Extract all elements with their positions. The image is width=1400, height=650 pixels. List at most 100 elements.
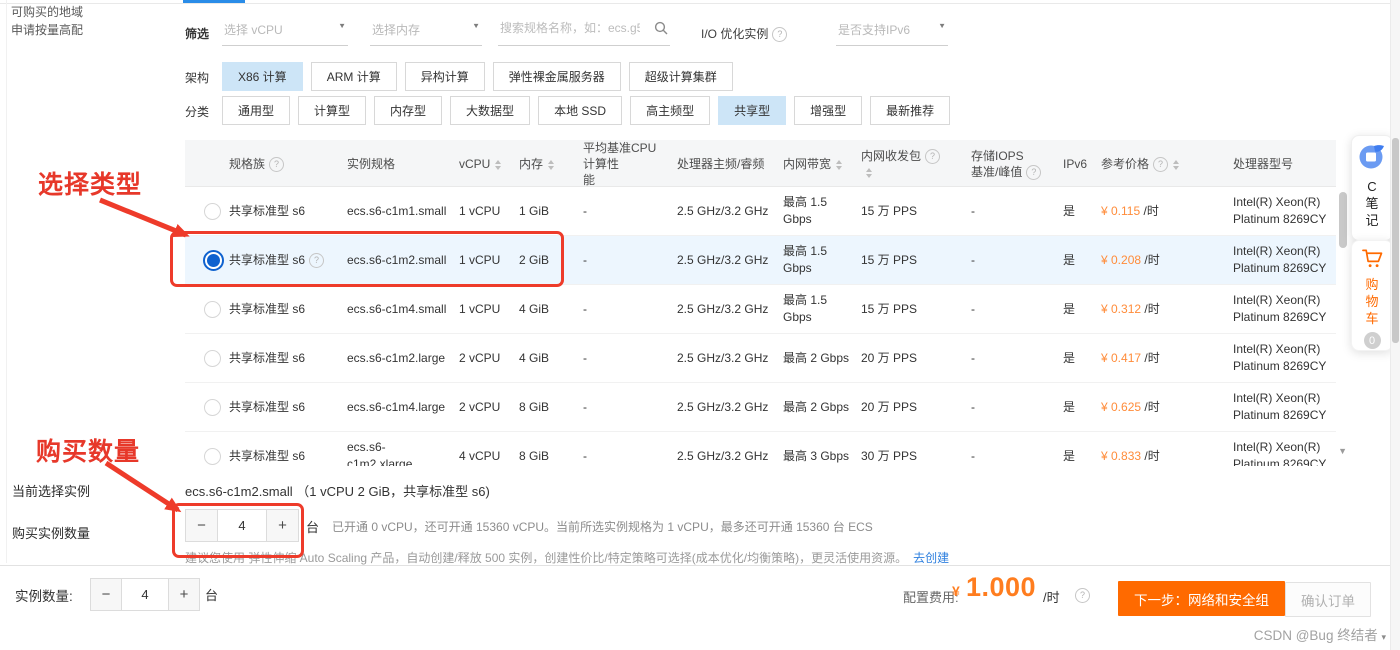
baseline-cell: - <box>577 350 671 367</box>
architecture-tag[interactable]: ARM 计算 <box>311 62 397 91</box>
architecture-tag[interactable]: 弹性裸金属服务器 <box>493 62 621 91</box>
page-scrollbar-thumb[interactable] <box>1392 138 1399 343</box>
help-icon[interactable]: ? <box>1075 588 1090 603</box>
cart-letter: 购 <box>1365 276 1378 293</box>
price-cell: ¥ 0.833 /时 <box>1087 448 1207 465</box>
table-row[interactable]: 共享标准型 s6ecs.s6-c1m2.xlarge4 vCPU8 GiB-2.… <box>185 432 1336 466</box>
watermark-caret-icon: ▾ <box>1381 632 1386 642</box>
spec-search-field[interactable] <box>498 21 670 46</box>
price-value: ¥ 0.625 <box>1101 400 1144 414</box>
footer-quantity-value[interactable]: 4 <box>122 579 168 610</box>
ipv6-cell: 是 <box>1049 399 1087 416</box>
note-icon <box>1358 142 1386 175</box>
annotation-select-type: 选择类型 <box>38 165 142 201</box>
vcpu-cell: 4 vCPU <box>453 448 513 465</box>
sort-icon[interactable] <box>866 168 872 178</box>
quantity-decrease-button[interactable]: − <box>186 510 218 541</box>
search-input[interactable] <box>500 21 640 35</box>
architecture-tag[interactable]: 异构计算 <box>405 62 485 91</box>
radio-button[interactable] <box>204 301 221 318</box>
search-icon[interactable] <box>654 21 668 40</box>
radio-button[interactable] <box>204 399 221 416</box>
column-header[interactable]: 内网带宽 <box>779 156 855 172</box>
memory-select[interactable]: 选择内存 ▼ <box>370 21 482 46</box>
category-tag[interactable]: 增强型 <box>794 96 862 125</box>
category-tag[interactable]: 通用型 <box>222 96 290 125</box>
cart-count-badge: 0 <box>1364 332 1381 349</box>
column-header[interactable]: 内存 <box>513 156 577 172</box>
page-scrollbar[interactable] <box>1390 0 1400 650</box>
frequency-cell: 2.5 GHz/3.2 GHz <box>671 252 779 269</box>
footer-quantity-decrease-button[interactable]: − <box>91 579 122 610</box>
frequency-cell: 2.5 GHz/3.2 GHz <box>671 448 779 465</box>
processor-cell: Intel(R) Xeon(R) Platinum 8269CY <box>1207 292 1336 326</box>
help-icon[interactable]: ? <box>772 27 787 42</box>
architecture-tag[interactable]: X86 计算 <box>222 62 303 91</box>
category-tag[interactable]: 最新推荐 <box>870 96 950 125</box>
io-optimized-label: I/O 优化实例? <box>701 25 787 42</box>
table-scrollbar-thumb[interactable] <box>1339 192 1347 248</box>
category-tag[interactable]: 内存型 <box>374 96 442 125</box>
iops-cell: - <box>955 448 1049 465</box>
category-tag[interactable]: 大数据型 <box>450 96 530 125</box>
quantity-increase-button[interactable]: + <box>266 510 298 541</box>
column-header-text: 存储IOPS <box>971 149 1024 163</box>
vcpu-cell: 1 vCPU <box>453 203 513 220</box>
table-row[interactable]: 共享标准型 s6ecs.s6-c1m4.large2 vCPU8 GiB-2.5… <box>185 383 1336 432</box>
vcpu-select[interactable]: 选择 vCPU ▼ <box>222 21 348 46</box>
current-instance-label: 当前选择实例 <box>12 481 90 500</box>
footer-quantity-increase-button[interactable]: + <box>168 579 199 610</box>
ipv6-cell: 是 <box>1049 448 1087 465</box>
column-header-text: 处理器主频/睿频 <box>677 157 764 171</box>
note-widget[interactable]: C笔记 <box>1351 135 1393 241</box>
sort-icon[interactable] <box>836 160 842 170</box>
help-icon[interactable]: ? <box>1026 165 1041 180</box>
help-icon[interactable]: ? <box>925 149 940 164</box>
create-scaling-link[interactable]: 去创建 <box>913 551 949 565</box>
radio-button[interactable] <box>204 203 221 220</box>
table-scroll-down-icon[interactable]: ▼ <box>1338 446 1347 456</box>
ipv6-select-placeholder: 是否支持IPv6 <box>838 21 910 38</box>
radio-button[interactable] <box>204 350 221 367</box>
table-row[interactable]: 共享标准型 s6ecs.s6-c1m4.small1 vCPU4 GiB-2.5… <box>185 285 1336 334</box>
price-unit: /时 <box>1144 449 1159 463</box>
table-row[interactable]: 共享标准型 s6ecs.s6-c1m2.large2 vCPU4 GiB-2.5… <box>185 334 1336 383</box>
category-tag[interactable]: 共享型 <box>718 96 786 125</box>
radio-button[interactable] <box>203 250 224 271</box>
confirm-order-button[interactable]: 确认订单 <box>1285 582 1371 617</box>
radio-button[interactable] <box>204 448 221 465</box>
column-header: 规格族? <box>223 156 341 172</box>
category-tag[interactable]: 本地 SSD <box>538 96 622 125</box>
pps-cell: 30 万 PPS <box>855 448 955 465</box>
ipv6-cell: 是 <box>1049 203 1087 220</box>
table-row[interactable]: 共享标准型 s6ecs.s6-c1m1.small1 vCPU1 GiB-2.5… <box>185 187 1336 236</box>
sort-icon[interactable] <box>548 160 554 170</box>
cart-widget-label: 购物车 <box>1365 276 1378 327</box>
column-header[interactable]: 参考价格? <box>1087 156 1207 172</box>
help-icon[interactable]: ? <box>309 253 324 268</box>
ipv6-select[interactable]: 是否支持IPv6 ▼ <box>836 21 948 46</box>
sort-icon[interactable] <box>495 160 501 170</box>
cart-widget[interactable]: 购物车 0 <box>1351 240 1393 351</box>
family-cell: 共享标准型 s6 <box>223 301 341 318</box>
column-header-text: 平均基准CPU计算性 <box>583 141 656 171</box>
table-row[interactable]: 共享标准型 s6?ecs.s6-c1m2.small1 vCPU2 GiB-2.… <box>185 236 1336 285</box>
category-tag[interactable]: 高主频型 <box>630 96 710 125</box>
architecture-tag[interactable]: 超级计算集群 <box>629 62 733 91</box>
category-tag[interactable]: 计算型 <box>298 96 366 125</box>
family-cell: 共享标准型 s6 <box>223 203 341 220</box>
help-icon[interactable]: ? <box>1153 157 1168 172</box>
next-step-button[interactable]: 下一步：网络和安全组 <box>1118 581 1285 616</box>
column-header[interactable]: 内网收发包? <box>855 148 955 180</box>
footer-bar: 实例数量: − 4 + 台 配置费用: ¥ 1.000 /时 ? 下一步：网络和… <box>0 565 1400 650</box>
link-available-regions[interactable]: 可购买的地域 <box>11 4 83 20</box>
link-apply-quota[interactable]: 申请按量高配 <box>11 22 83 38</box>
column-header-text: IPv6 <box>1063 157 1087 171</box>
bandwidth-cell: 最高 1.5 Gbps <box>779 194 855 228</box>
sort-icon[interactable] <box>1173 160 1179 170</box>
quantity-value[interactable]: 4 <box>218 510 266 541</box>
family-text: 共享标准型 s6 <box>229 253 305 267</box>
help-icon[interactable]: ? <box>269 157 284 172</box>
baseline-cell: - <box>577 252 671 269</box>
column-header[interactable]: vCPU <box>453 156 513 172</box>
